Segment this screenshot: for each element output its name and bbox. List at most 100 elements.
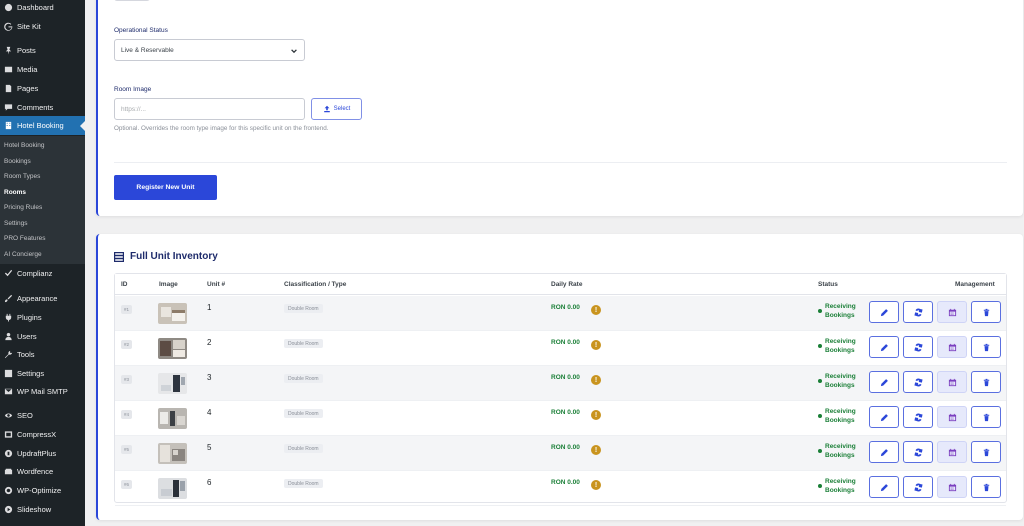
sync-unit-button[interactable] bbox=[903, 441, 933, 463]
sidebar-item-media[interactable]: Media bbox=[0, 60, 85, 79]
calendar-unit-button[interactable] bbox=[937, 476, 967, 498]
sidebar-item-pages[interactable]: Pages bbox=[0, 79, 85, 98]
calendar-unit-button[interactable] bbox=[937, 301, 967, 323]
calendar-unit-button[interactable] bbox=[937, 441, 967, 463]
sidebar-item-wordfence[interactable]: Wordfence bbox=[0, 462, 85, 481]
delete-unit-button[interactable] bbox=[971, 441, 1001, 463]
sidebar-item-label: Settings bbox=[17, 369, 45, 378]
status-text: Receiving Bookings bbox=[825, 338, 856, 354]
calendar-unit-button[interactable] bbox=[937, 336, 967, 358]
sync-unit-button[interactable] bbox=[903, 371, 933, 393]
cut-off-field bbox=[114, 0, 150, 1]
sidebar-item-posts[interactable]: Posts bbox=[0, 41, 85, 60]
submenu-item-rooms[interactable]: Rooms bbox=[4, 189, 26, 196]
submenu-item-ai-concierge[interactable]: AI Concierge bbox=[4, 251, 42, 258]
pin-icon bbox=[3, 46, 13, 56]
sidebar-item-complianz[interactable]: Complianz bbox=[0, 264, 85, 283]
chevron-down-icon bbox=[290, 47, 298, 55]
sidebar-item-updraftplus[interactable]: UpdraftPlus bbox=[0, 444, 85, 463]
edit-unit-button[interactable] bbox=[869, 441, 899, 463]
slideshow-icon bbox=[3, 505, 13, 515]
room-thumbnail bbox=[158, 373, 187, 394]
calendar-unit-button[interactable] bbox=[937, 406, 967, 428]
mail-icon bbox=[3, 387, 13, 397]
unit-id-badge: #6 bbox=[121, 480, 132, 489]
status-dot bbox=[818, 484, 822, 488]
sync-unit-button[interactable] bbox=[903, 336, 933, 358]
sidebar-item-seo[interactable]: SEO bbox=[0, 406, 85, 425]
sidebar-item-plugins[interactable]: Plugins bbox=[0, 308, 85, 327]
sidebar-item-wp-optimize[interactable]: WP-Optimize bbox=[0, 481, 85, 500]
edit-unit-button[interactable] bbox=[869, 371, 899, 393]
sidebar-item-site-kit[interactable]: Site Kit bbox=[0, 17, 85, 36]
pages-icon bbox=[3, 84, 13, 94]
submenu-item-settings[interactable]: Settings bbox=[4, 220, 28, 227]
submenu-item-hotel-booking[interactable]: Hotel Booking bbox=[4, 142, 44, 149]
sidebar-item-tools[interactable]: Tools bbox=[0, 345, 85, 364]
sync-icon bbox=[913, 308, 923, 316]
submenu-item-pro-features[interactable]: PRO Features bbox=[4, 235, 46, 242]
inventory-heading: Full Unit Inventory bbox=[114, 251, 218, 262]
delete-unit-button[interactable] bbox=[971, 476, 1001, 498]
pencil-icon bbox=[880, 343, 888, 351]
status-indicator: Receiving Bookings bbox=[818, 302, 865, 320]
trash-icon bbox=[983, 413, 989, 421]
calendar-icon bbox=[948, 448, 956, 456]
daily-rate: RON 0.00 bbox=[551, 409, 580, 416]
calendar-unit-button[interactable] bbox=[937, 371, 967, 393]
rate-warning-icon[interactable]: ! bbox=[591, 410, 601, 420]
sidebar-item-dashboard[interactable]: Dashboard bbox=[0, 0, 85, 17]
sidebar-item-appearance[interactable]: Appearance bbox=[0, 289, 85, 308]
sync-unit-button[interactable] bbox=[903, 406, 933, 428]
sidebar-item-users[interactable]: Users bbox=[0, 327, 85, 346]
image-url-input[interactable]: https://... bbox=[114, 98, 305, 120]
delete-unit-button[interactable] bbox=[971, 406, 1001, 428]
unit-number: 3 bbox=[207, 373, 212, 382]
delete-unit-button[interactable] bbox=[971, 301, 1001, 323]
sidebar-item-label: CompressX bbox=[17, 430, 57, 439]
admin-sidebar: Hotel Booking Bookings Room Types Rooms Pric… bbox=[0, 0, 85, 526]
register-unit-button[interactable]: Register New Unit bbox=[114, 175, 217, 200]
sidebar-item-compressx[interactable]: CompressX bbox=[0, 425, 85, 444]
pencil-icon bbox=[880, 308, 888, 316]
sync-icon bbox=[913, 413, 923, 421]
delete-unit-button[interactable] bbox=[971, 336, 1001, 358]
delete-unit-button[interactable] bbox=[971, 371, 1001, 393]
table-row: #4 4 Double Room RON 0.00! Receiving Booking… bbox=[115, 401, 1006, 436]
rate-warning-icon[interactable]: ! bbox=[591, 340, 601, 350]
rate-warning-icon[interactable]: ! bbox=[591, 445, 601, 455]
submenu-item-pricing-rules[interactable]: Pricing Rules bbox=[4, 204, 42, 211]
submenu-item-room-types[interactable]: Room Types bbox=[4, 173, 40, 180]
upload-icon bbox=[323, 105, 330, 113]
sidebar-item-hotel-booking[interactable]: Hotel Booking bbox=[0, 116, 85, 135]
pencil-icon bbox=[880, 483, 888, 491]
trash-icon bbox=[983, 308, 989, 316]
sidebar-item-label: Pages bbox=[17, 84, 39, 93]
sidebar-item-settings[interactable]: Settings bbox=[0, 364, 85, 383]
edit-unit-button[interactable] bbox=[869, 476, 899, 498]
edit-unit-button[interactable] bbox=[869, 301, 899, 323]
rate-warning-icon[interactable]: ! bbox=[591, 375, 601, 385]
check-icon bbox=[3, 269, 13, 279]
rate-warning-icon[interactable]: ! bbox=[591, 480, 601, 490]
edit-unit-button[interactable] bbox=[869, 406, 899, 428]
unit-id-badge: #4 bbox=[121, 410, 132, 419]
sidebar-item-label: Plugins bbox=[17, 313, 42, 322]
select-image-button[interactable]: Select bbox=[311, 98, 362, 120]
rate-warning-icon[interactable]: ! bbox=[591, 305, 601, 315]
sidebar-item-label: Appearance bbox=[17, 294, 58, 303]
sync-unit-button[interactable] bbox=[903, 476, 933, 498]
submenu-item-bookings[interactable]: Bookings bbox=[4, 158, 31, 165]
brush-icon bbox=[3, 294, 13, 304]
status-text: Receiving Bookings bbox=[825, 303, 856, 319]
sync-unit-button[interactable] bbox=[903, 301, 933, 323]
status-select[interactable]: Live & Reservable bbox=[114, 39, 305, 61]
sidebar-item-slideshow[interactable]: Slideshow bbox=[0, 500, 85, 519]
status-dot bbox=[818, 379, 822, 383]
edit-unit-button[interactable] bbox=[869, 336, 899, 358]
inventory-table: ID Image Unit # Classification / Type Daily … bbox=[114, 273, 1007, 506]
sidebar-item-comments[interactable]: Comments bbox=[0, 98, 85, 117]
wordfence-icon bbox=[3, 467, 13, 477]
sidebar-item-wp-mail-smtp[interactable]: WP Mail SMTP bbox=[0, 382, 85, 401]
updraft-icon bbox=[3, 449, 13, 459]
